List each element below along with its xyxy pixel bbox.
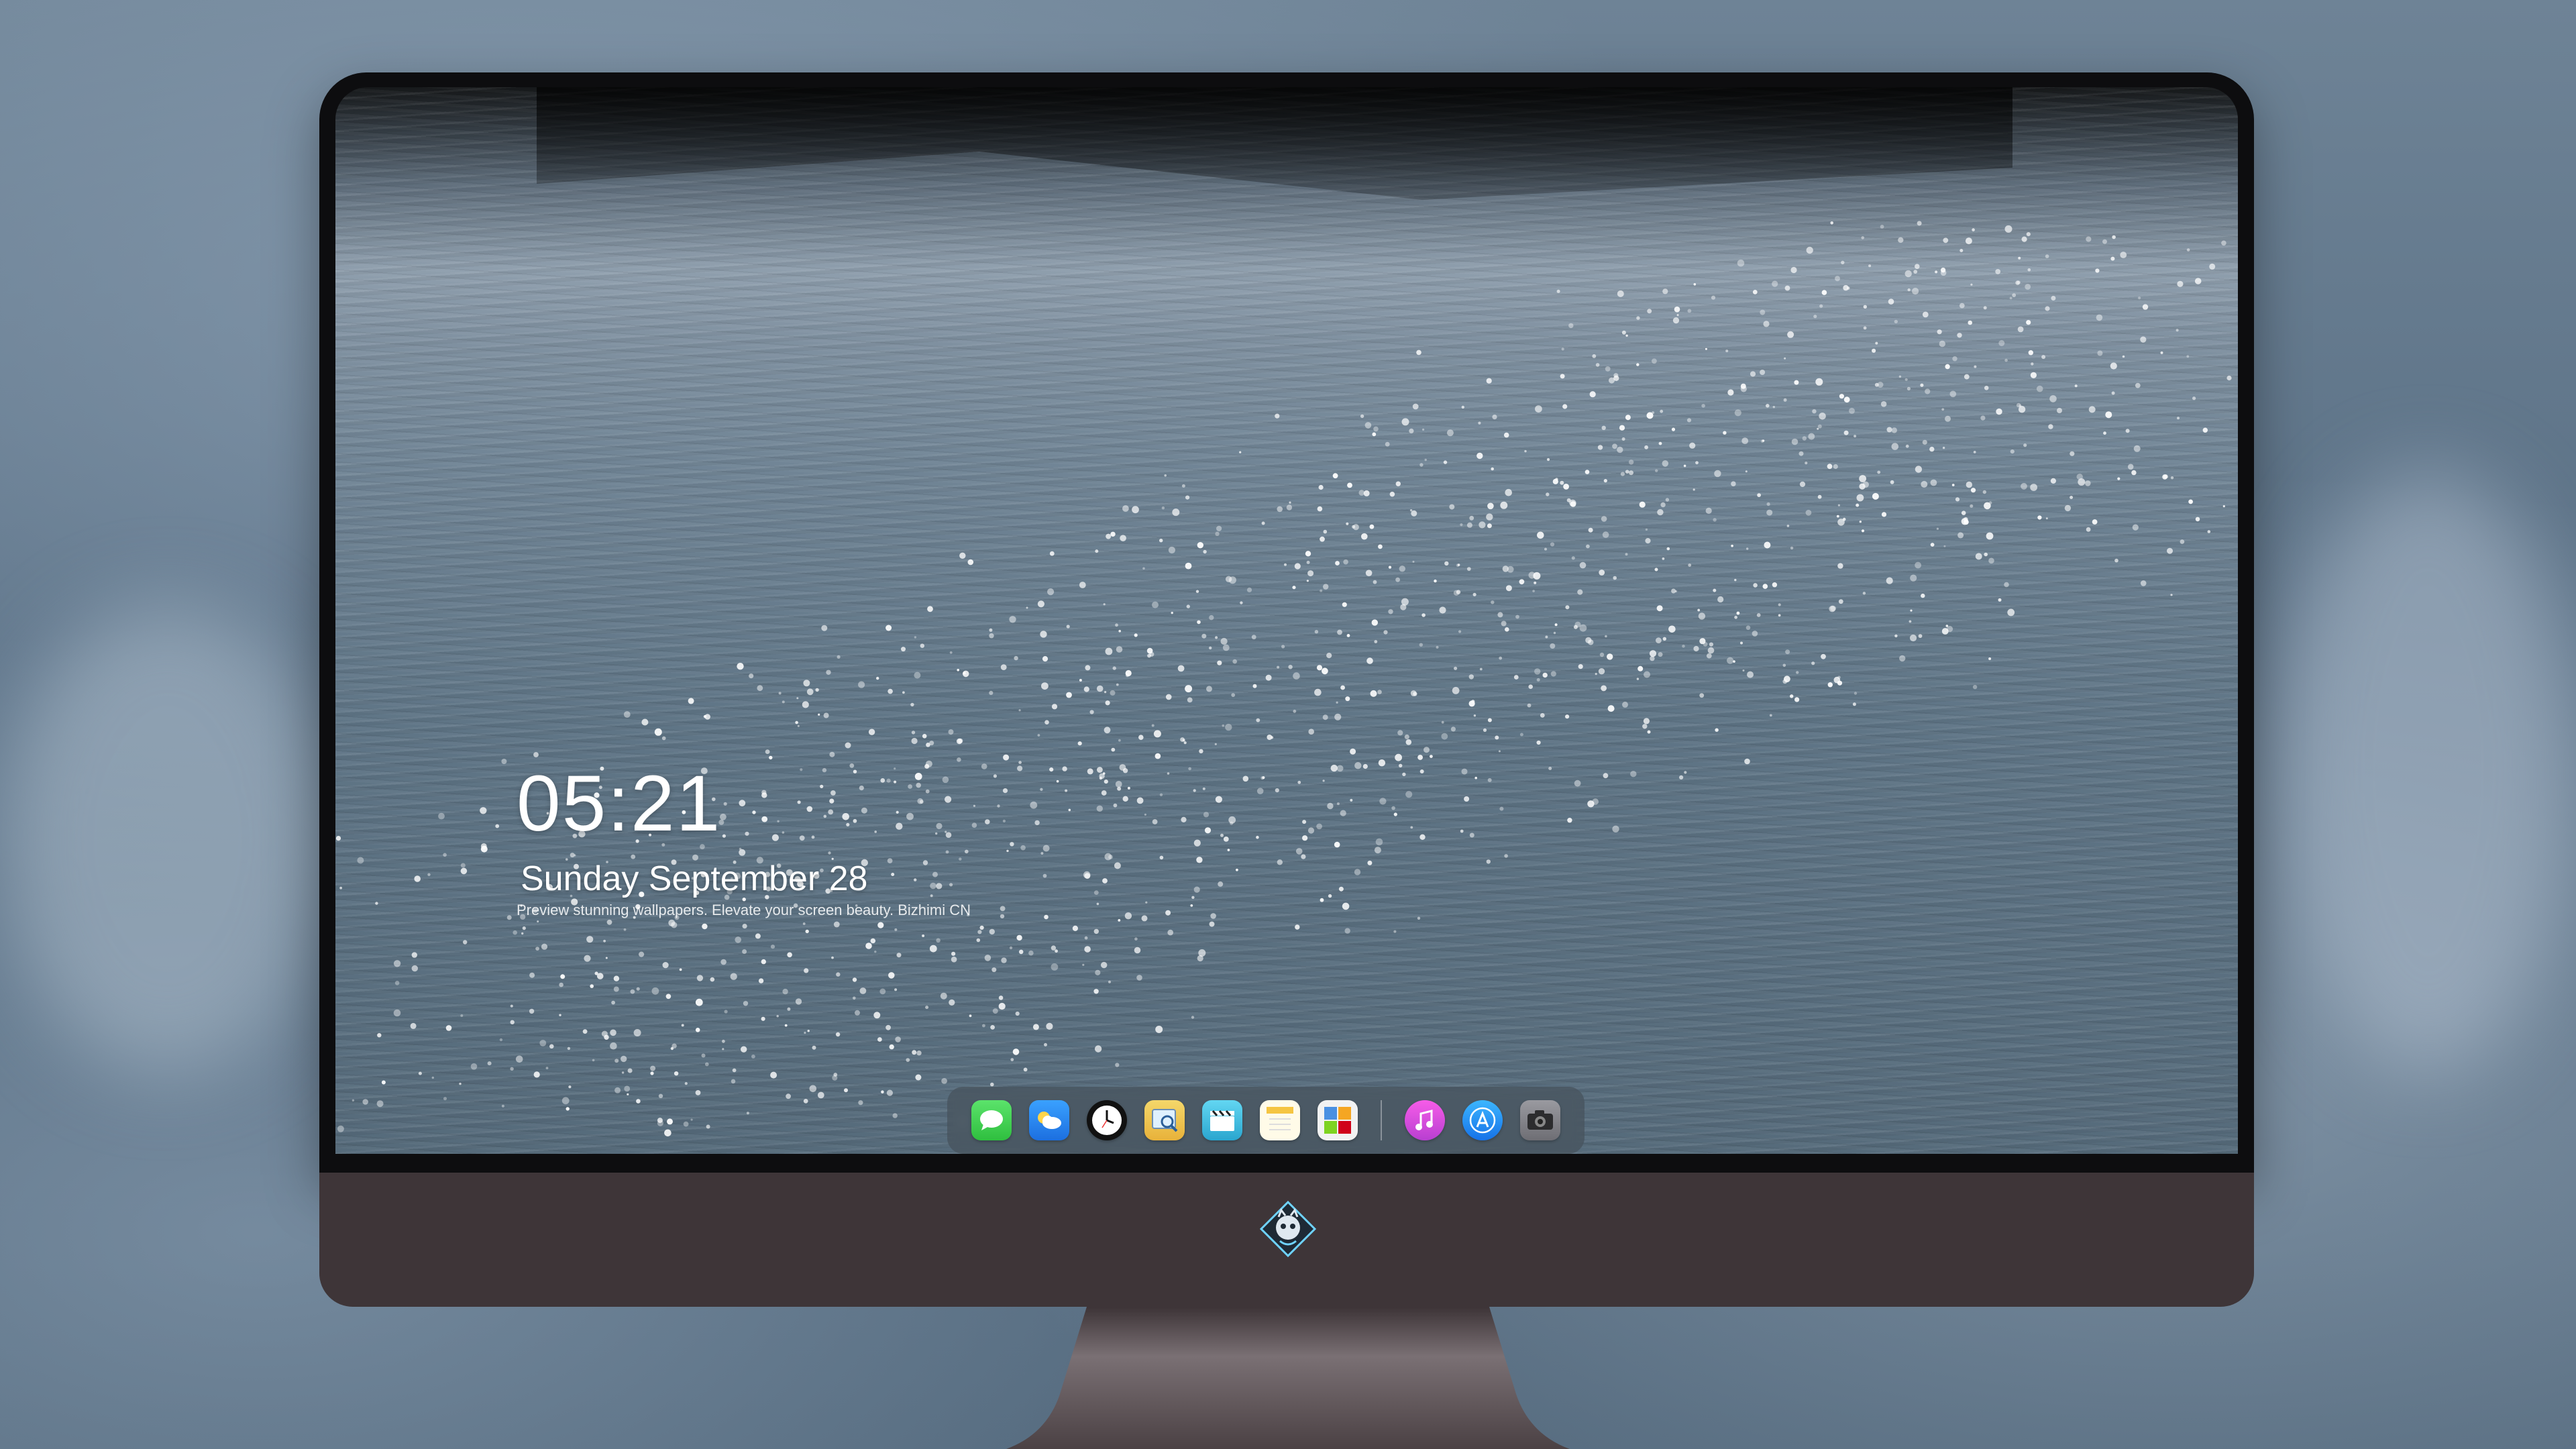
- app-store-icon[interactable]: [1462, 1100, 1503, 1140]
- brand-logo-icon: [1260, 1201, 1316, 1257]
- background-blur-blob: [0, 604, 335, 1073]
- lock-screen-date: Sunday September 28: [521, 859, 868, 898]
- cloud-sun-icon[interactable]: [1029, 1100, 1069, 1140]
- clock-icon[interactable]: [1087, 1100, 1127, 1140]
- monitor-stand: [1006, 1307, 1570, 1449]
- desktop-screen[interactable]: 05:21 Sunday September 28 Preview stunni…: [335, 87, 2238, 1154]
- clapperboard-icon[interactable]: [1202, 1100, 1242, 1140]
- music-note-icon[interactable]: [1405, 1100, 1445, 1140]
- message-bubble-icon[interactable]: [971, 1100, 1012, 1140]
- dock: [947, 1087, 1585, 1154]
- notepad-icon[interactable]: [1260, 1100, 1300, 1140]
- monitor-bezel: 05:21 Sunday September 28 Preview stunni…: [319, 72, 2254, 1173]
- dock-separator: [1381, 1100, 1382, 1140]
- lock-screen-time: 05:21: [517, 759, 722, 848]
- camera-icon[interactable]: [1520, 1100, 1560, 1140]
- water-sparkles: [335, 221, 2232, 1137]
- background-blur-blob: [2281, 470, 2576, 1073]
- lock-screen-tagline: Preview stunning wallpapers. Elevate you…: [517, 902, 971, 918]
- magnifier-photo-icon[interactable]: [1144, 1100, 1185, 1140]
- photo-grid-icon[interactable]: [1318, 1100, 1358, 1140]
- monitor: 05:21 Sunday September 28 Preview stunni…: [319, 72, 2254, 1307]
